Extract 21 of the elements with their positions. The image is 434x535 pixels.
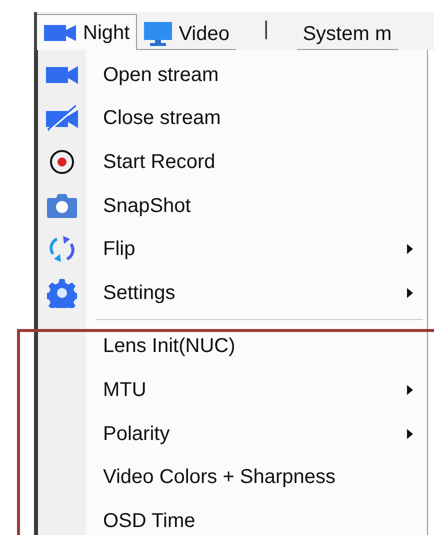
video-camera-off-icon	[45, 105, 79, 132]
menu-item[interactable]: Lens Init(NUC)	[38, 324, 427, 368]
menu-item[interactable]: OSD Time	[38, 498, 427, 535]
menu-item[interactable]: MTU	[38, 368, 427, 412]
menu-item[interactable]: Flip	[38, 227, 427, 271]
video-camera-icon	[45, 64, 79, 86]
gear-icon	[47, 278, 77, 308]
record-icon	[49, 148, 75, 175]
menu-item[interactable]: Close stream	[38, 96, 427, 140]
camera-icon	[46, 192, 78, 219]
menu-item[interactable]: Open stream	[38, 53, 427, 97]
video-camera-icon	[43, 24, 77, 42]
menu-item[interactable]: Video Colors + Sharpness	[38, 455, 427, 499]
menu-item[interactable]: Start Record	[38, 140, 427, 184]
menu-divider: |	[262, 17, 270, 42]
monitor-icon	[142, 20, 173, 46]
menu-item[interactable]: SnapShot	[38, 184, 427, 228]
menu-item[interactable]: Settings	[38, 270, 427, 315]
menu-tab[interactable]: Night	[37, 14, 137, 50]
rotate-arrows-icon	[47, 234, 77, 264]
menu-item[interactable]: Polarity	[38, 412, 427, 456]
